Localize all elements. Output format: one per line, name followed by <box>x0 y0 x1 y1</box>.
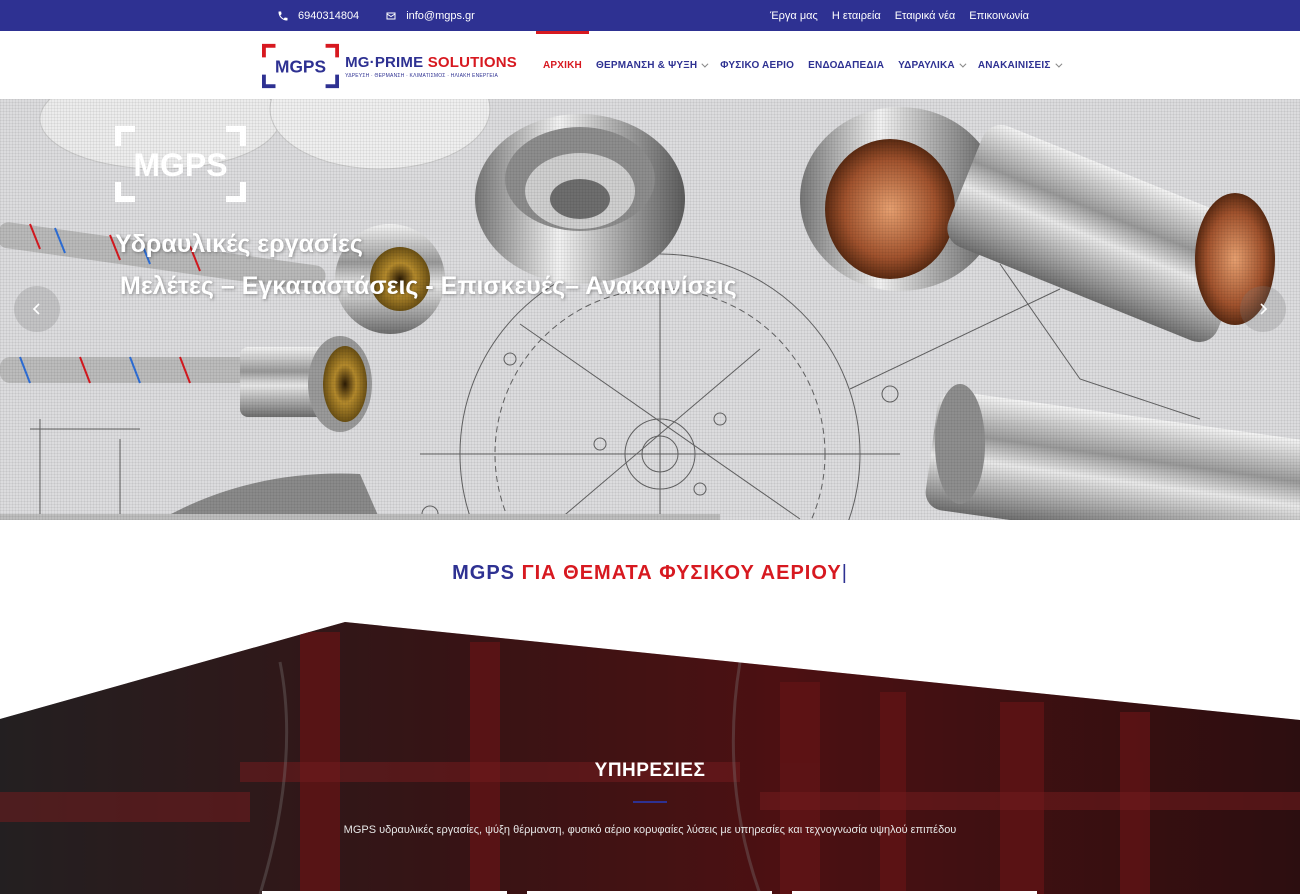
svg-text:MGPS: MGPS <box>275 57 326 77</box>
hero-subtitle: Μελέτες – Εγκαταστάσεις - Επισκευές– Ανα… <box>120 272 737 300</box>
nav-item-underfloor[interactable]: ΕΝΔΟΔΑΠΕΔΙΑ <box>801 31 891 99</box>
nav-item-label: ΑΝΑΚΑΙΝΙΣΕΙΣ <box>977 59 1051 71</box>
services-section: ΥΠΗΡΕΣΙΕΣ MGPS υδραυλικές εργασίες, ψύξη… <box>0 622 1300 894</box>
nav-item-renovations[interactable]: ΑΝΑΚΑΙΝΙΣΕΙΣ <box>971 31 1067 99</box>
nav-item-label: ΥΔΡΑΥΛΙΚΑ <box>898 59 955 71</box>
brand-name-part1: MG·PRIME <box>345 53 424 71</box>
tagline-brand: MGPS <box>452 562 516 584</box>
chevron-down-icon <box>959 60 967 68</box>
logo-mark-icon: MGPS <box>262 43 340 89</box>
top-bar: 6940314804 info@mgps.gr Έργα μας Η εταιρ… <box>0 0 1300 31</box>
phone-contact[interactable]: 6940314804 <box>277 10 359 22</box>
top-link-contact[interactable]: Επικοινωνία <box>969 10 1029 22</box>
services-description: MGPS υδραυλικές εργασίες, ψύξη θέρμανση,… <box>343 824 957 836</box>
contact-info: 6940314804 info@mgps.gr <box>277 0 475 31</box>
nav-item-home[interactable]: ΑΡΧΙΚΗ <box>536 31 589 99</box>
top-link-company[interactable]: Η εταιρεία <box>832 10 881 22</box>
nav-item-label: ΑΡΧΙΚΗ <box>543 59 582 71</box>
nav-item-natural-gas[interactable]: ΦΥΣΙΚΟ ΑΕΡΙΟ <box>713 31 801 99</box>
email-address: info@mgps.gr <box>406 9 475 22</box>
typing-cursor: | <box>841 562 848 584</box>
nav-item-label: ΦΥΣΙΚΟ ΑΕΡΙΟ <box>720 59 795 71</box>
services-title-underline <box>633 801 667 803</box>
chevron-down-icon <box>1054 60 1063 68</box>
hero-slider: MGPS Υδραυλικές εργασίες Μελέτες – Εγκατ… <box>0 99 1300 520</box>
tagline-text: ΓΙΑ ΘΕΜΑΤΑ ΦΥΣΙΚΟΥ ΑΕΡΙΟΥ <box>515 562 842 584</box>
envelope-icon <box>386 12 396 19</box>
top-links: Έργα μας Η εταιρεία Εταιρικά νέα Επικοιν… <box>770 0 1029 31</box>
svg-text:MGPS: MGPS <box>133 147 227 183</box>
nav-item-heating-cooling[interactable]: ΘΕΡΜΑΝΣΗ & ΨΥΞΗ <box>589 31 713 99</box>
chevron-left-icon <box>32 303 40 315</box>
hero-logo-icon: MGPS <box>115 126 246 202</box>
services-background-image <box>0 622 1300 894</box>
slider-next-button[interactable] <box>1240 286 1286 332</box>
logo-brand: MG·PRIME SOLUTIONS ΥΔΡΕΥΣΗ · ΘΕΡΜΑΝΣΗ · … <box>345 54 517 79</box>
phone-icon <box>278 11 288 20</box>
hero-title: Υδραυλικές εργασίες <box>115 230 363 258</box>
chevron-right-icon <box>1260 303 1268 315</box>
nav-item-label: ΕΝΔΟΔΑΠΕΔΙΑ <box>808 59 885 71</box>
site-header: MGPS MG·PRIME SOLUTIONS ΥΔΡΕΥΣΗ · ΘΕΡΜΑΝ… <box>0 31 1300 99</box>
brand-name-part2: SOLUTIONS <box>423 53 517 71</box>
phone-number: 6940314804 <box>298 9 360 22</box>
nav-item-plumbing[interactable]: ΥΔΡΑΥΛΙΚΑ <box>891 31 971 99</box>
logo-brand-tagline: ΥΔΡΕΥΣΗ · ΘΕΡΜΑΝΣΗ · ΚΛΙΜΑΤΙΣΜΟΣ · ΗΛΙΑΚ… <box>345 72 499 79</box>
slider-prev-button[interactable] <box>14 286 60 332</box>
site-logo[interactable]: MGPS MG·PRIME SOLUTIONS ΥΔΡΕΥΣΗ · ΘΕΡΜΑΝ… <box>262 43 517 89</box>
typed-tagline: MGPS ΓΙΑ ΘΕΜΑΤΑ ΦΥΣΙΚΟΥ ΑΕΡΙΟΥ| <box>0 562 1300 585</box>
chevron-down-icon <box>701 60 709 68</box>
top-link-news[interactable]: Εταιρικά νέα <box>895 10 956 22</box>
email-contact[interactable]: info@mgps.gr <box>385 10 475 22</box>
logo-brand-name: MG·PRIME SOLUTIONS <box>345 54 517 71</box>
main-nav: ΑΡΧΙΚΗ ΘΕΡΜΑΝΣΗ & ΨΥΞΗ ΦΥΣΙΚΟ ΑΕΡΙΟ ΕΝΔΟ… <box>536 31 1067 99</box>
nav-item-label: ΘΕΡΜΑΝΣΗ & ΨΥΞΗ <box>595 59 698 71</box>
top-link-projects[interactable]: Έργα μας <box>770 10 818 22</box>
services-title: ΥΠΗΡΕΣΙΕΣ <box>594 760 706 781</box>
